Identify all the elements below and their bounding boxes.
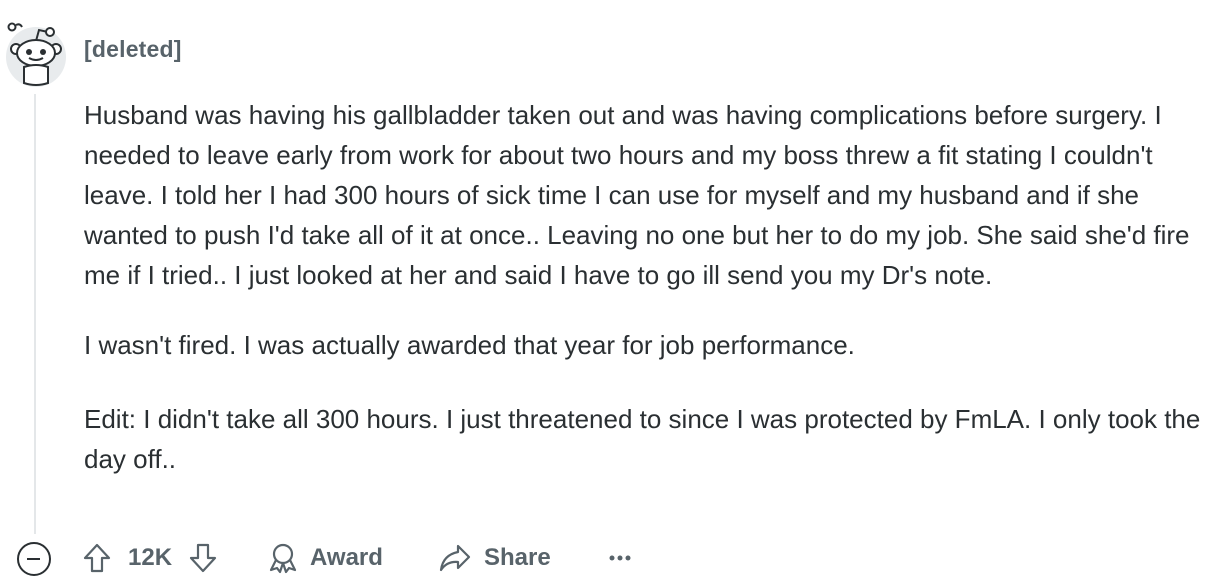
action-bar: 12K Award Share (0, 536, 1224, 580)
upvote-button[interactable] (82, 536, 112, 580)
upvote-arrow-icon (83, 543, 111, 573)
award-label[interactable]: Award (310, 536, 383, 580)
share-label[interactable]: Share (484, 536, 551, 580)
snoo-avatar-icon (6, 22, 66, 87)
share-button[interactable] (438, 536, 472, 580)
more-options-button[interactable] (608, 536, 632, 580)
downvote-button[interactable] (188, 536, 218, 580)
downvote-arrow-icon (189, 543, 217, 573)
collapse-minus-icon[interactable] (17, 542, 51, 576)
author-name[interactable]: [deleted] (84, 36, 182, 63)
award-button[interactable] (266, 536, 300, 580)
vote-count: 12K (128, 544, 173, 571)
thread-line[interactable] (34, 94, 36, 534)
ellipsis-icon (609, 555, 631, 561)
comment: [deleted] Husband was having his gallbla… (0, 0, 1224, 588)
comment-paragraph: I wasn't fired. I was actually awarded t… (84, 330, 855, 360)
avatar[interactable] (2, 21, 68, 87)
comment-paragraph: Husband was having his gallbladder taken… (84, 100, 1190, 290)
comment-paragraph: Edit: I didn't take all 300 hours. I jus… (84, 404, 1201, 474)
share-arrow-icon (439, 544, 471, 572)
award-ribbon-icon (269, 543, 297, 574)
comment-body: Husband was having his gallbladder taken… (84, 95, 1214, 479)
